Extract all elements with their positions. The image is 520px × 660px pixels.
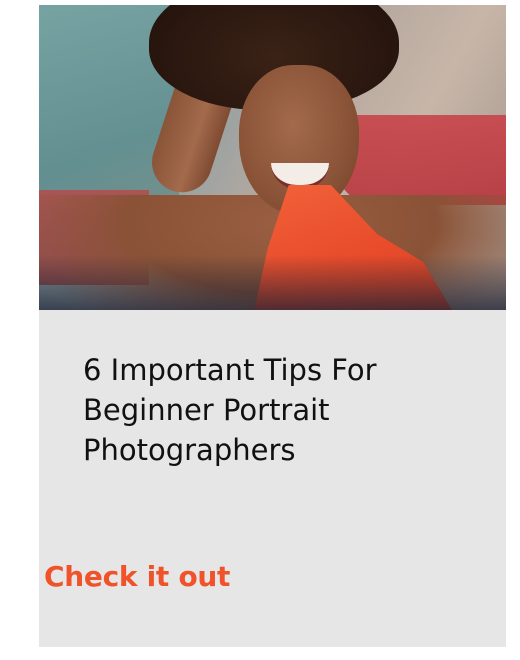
article-card[interactable]: 6 Important Tips For Beginner Portrait P… [39, 5, 506, 647]
portrait-photo[interactable] [39, 5, 506, 310]
background-car-red [336, 115, 506, 205]
article-title[interactable]: 6 Important Tips For Beginner Portrait P… [83, 350, 413, 470]
check-it-out-link[interactable]: Check it out [44, 560, 230, 593]
card-content: 6 Important Tips For Beginner Portrait P… [39, 310, 506, 470]
photo-shadow [39, 255, 506, 310]
